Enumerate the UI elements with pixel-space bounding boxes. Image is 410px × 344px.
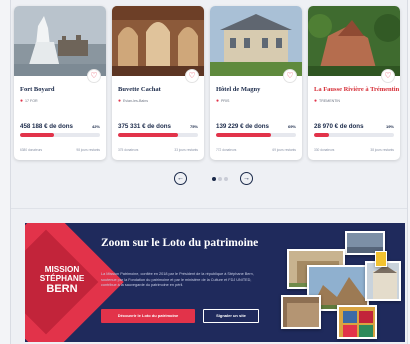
donation-progress-bar xyxy=(20,133,100,137)
progress-fill xyxy=(20,133,54,137)
favorite-heart-icon[interactable]: ♡ xyxy=(185,69,199,83)
project-title[interactable]: Fort Boyard xyxy=(20,86,54,93)
donors-count: 330 donateurs xyxy=(314,148,335,152)
project-card-buvette-cachat[interactable]: ♡ Buvette Cachat ● Evian-les-Bains 375 33… xyxy=(112,6,204,160)
project-photo xyxy=(210,6,302,76)
banner-headline: Zoom sur le Loto du patrimoine xyxy=(101,237,259,249)
days-remaining: 33 jours restants xyxy=(174,148,198,152)
project-photo xyxy=(112,6,204,76)
donation-percent: 19% xyxy=(385,124,394,129)
donation-percent: 42% xyxy=(91,124,100,129)
location-pin-icon: ● xyxy=(314,98,318,104)
donation-progress-bar xyxy=(118,133,198,137)
project-card-fausse-riviere[interactable]: ♡ La Fausse Rivière à Trémentin ● TREMENT… xyxy=(308,6,400,160)
collage-photo-5 xyxy=(281,295,321,329)
arrow-right-icon[interactable]: → xyxy=(240,172,253,185)
discover-loto-button[interactable]: Découvrir le Loto du patrimoine xyxy=(101,309,195,323)
donation-percent: 75% xyxy=(189,124,198,129)
days-remaining: 98 jours restants xyxy=(76,148,100,152)
location-pin-icon: ● xyxy=(216,98,220,104)
carousel-controls: ← → xyxy=(174,172,254,186)
carousel-dot[interactable] xyxy=(224,177,228,181)
project-photo xyxy=(14,6,106,76)
location-pin-icon: ● xyxy=(20,98,24,104)
project-card-fort-boyard[interactable]: ♡ Fort Boyard ● 17 FOR 458 188 € de dons … xyxy=(14,6,106,160)
project-location: ● Evian-les-Bains xyxy=(118,98,148,104)
project-card-hotel-de-magny[interactable]: ♡ Hôtel de Magny ● PRIS 139 229 € de dons… xyxy=(210,6,302,160)
favorite-heart-icon[interactable]: ♡ xyxy=(283,69,297,83)
project-title[interactable]: Hôtel de Magny xyxy=(216,86,260,93)
heritage-photo-collage xyxy=(279,229,405,342)
project-location: ● 17 FOR xyxy=(20,98,38,104)
report-site-button[interactable]: Signaler un site xyxy=(203,309,259,323)
progress-fill xyxy=(216,133,272,137)
mission-stephane-bern-logo: MISSION STÉPHANE BERN xyxy=(39,265,85,295)
section-divider xyxy=(11,208,407,209)
project-location: ● TREMENTIN xyxy=(314,98,340,104)
favorite-heart-icon[interactable]: ♡ xyxy=(381,69,395,83)
collage-photo-6 xyxy=(337,305,377,339)
carousel-dot[interactable] xyxy=(212,177,216,181)
banner-description: La Mission Patrimoine, confiée en 2018 p… xyxy=(101,272,254,288)
project-location: ● PRIS xyxy=(216,98,230,104)
favorite-heart-icon[interactable]: ♡ xyxy=(87,69,101,83)
days-remaining: 69 jours restants xyxy=(272,148,296,152)
bookmark-badge-icon xyxy=(375,251,387,267)
days-remaining: 38 jours restants xyxy=(370,148,394,152)
project-carousel-track: ♡ Fort Boyard ● 17 FOR 458 188 € de dons … xyxy=(14,6,406,162)
donation-percent: 69% xyxy=(287,124,296,129)
location-pin-icon: ● xyxy=(118,98,122,104)
donation-progress-bar xyxy=(314,133,394,137)
donors-count: 772 donateurs xyxy=(216,148,237,152)
project-title[interactable]: Buvette Cachat xyxy=(118,86,161,93)
project-photo xyxy=(308,6,400,76)
donors-count: 6380 donateurs xyxy=(20,148,43,152)
project-title[interactable]: La Fausse Rivière à Trémentin xyxy=(314,86,399,93)
collage-photo-4 xyxy=(365,261,401,301)
donation-amount: 458 188 € de dons xyxy=(20,123,73,130)
donors-count: 375 donateurs xyxy=(118,148,139,152)
carousel-dot[interactable] xyxy=(218,177,222,181)
loto-patrimoine-banner: MISSION STÉPHANE BERN Zoom sur le Loto d… xyxy=(25,223,405,342)
progress-fill xyxy=(118,133,178,137)
donation-amount: 139 229 € de dons xyxy=(216,123,269,130)
arrow-left-icon[interactable]: ← xyxy=(174,172,187,185)
progress-fill xyxy=(314,133,330,137)
donation-amount: 375 331 € de dons xyxy=(118,123,171,130)
donation-progress-bar xyxy=(216,133,296,137)
donation-amount: 28 970 € de dons xyxy=(314,123,364,130)
